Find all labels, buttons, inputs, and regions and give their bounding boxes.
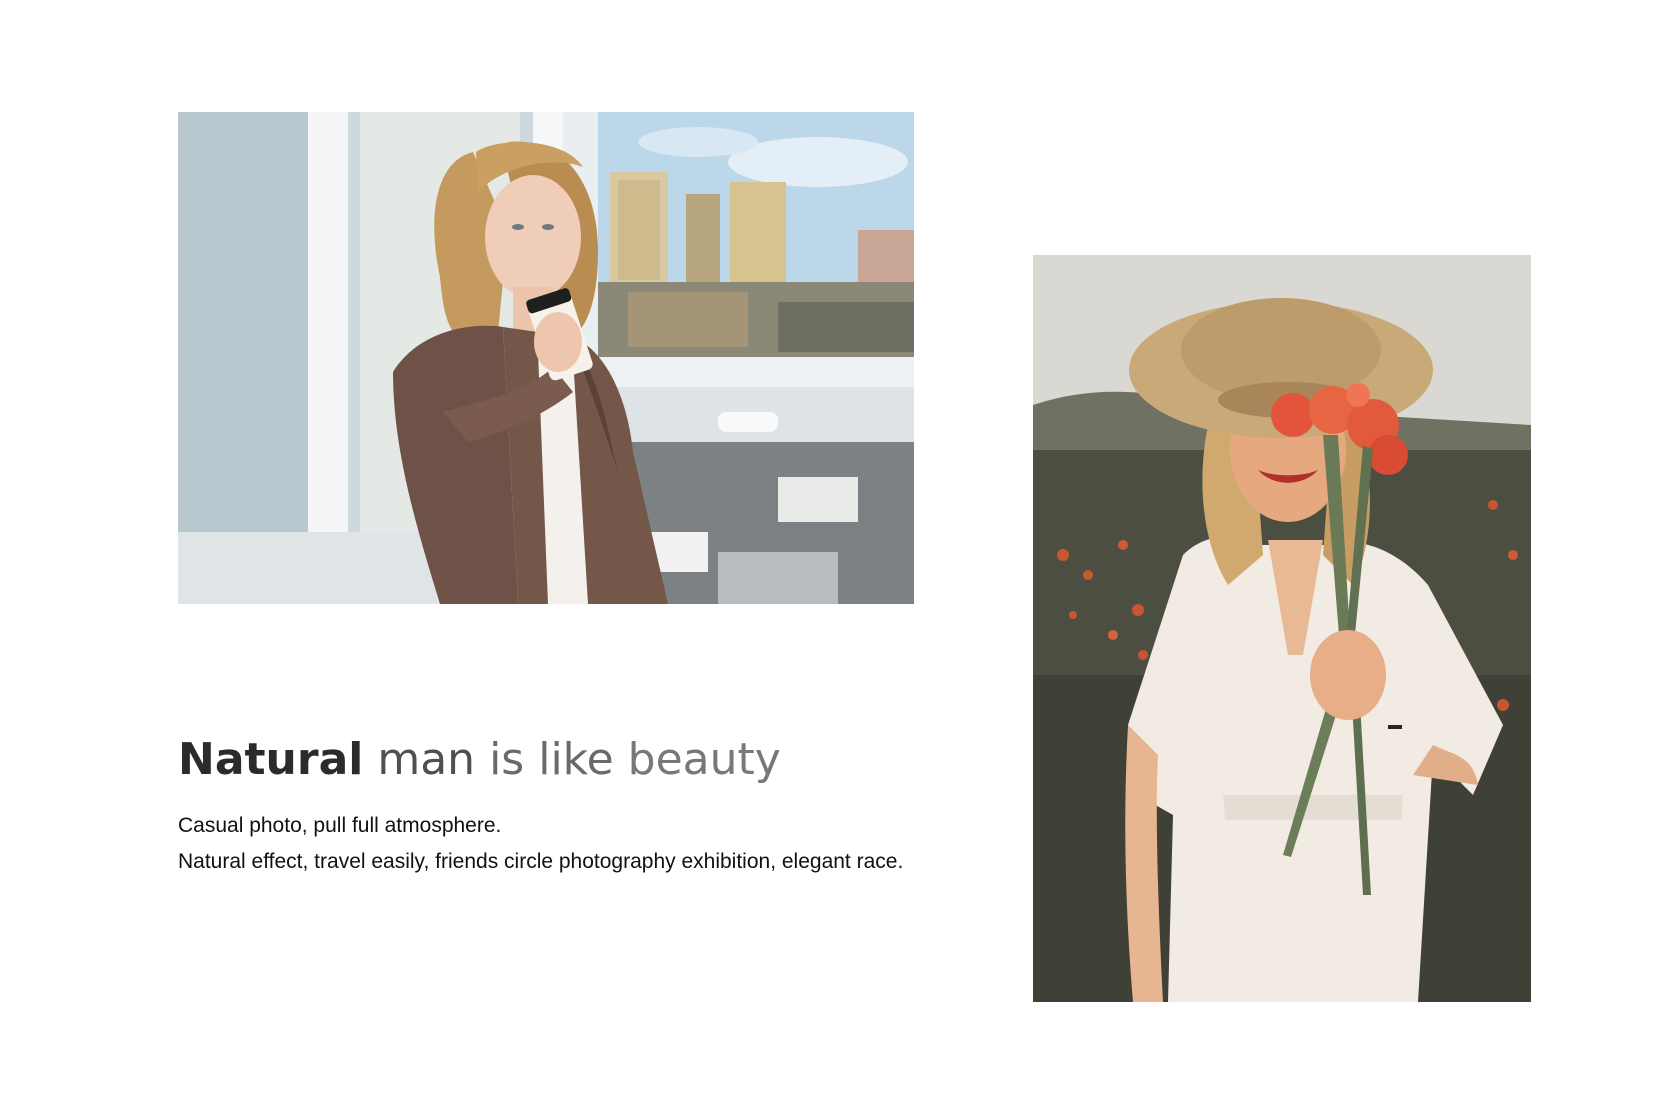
photo-woman-poppies-image [1033, 255, 1531, 1002]
photo-woman-poppies [1033, 255, 1531, 1002]
headline-part-is-like: is like [489, 734, 614, 785]
text-block: Natural man is like beauty Casual photo,… [178, 732, 958, 880]
headline-part-man: man [377, 734, 476, 785]
photo-woman-coffee-image [178, 112, 914, 604]
body-line-2: Natural effect, travel easily, friends c… [178, 850, 904, 873]
headline-part-natural: Natural [178, 734, 364, 785]
headline-part-beauty: beauty [627, 734, 781, 785]
body-line-1: Casual photo, pull full atmosphere. [178, 814, 502, 837]
page: Natural man is like beauty Casual photo,… [0, 0, 1680, 1100]
headline: Natural man is like beauty [178, 732, 958, 788]
photo-woman-coffee-window [178, 112, 914, 604]
